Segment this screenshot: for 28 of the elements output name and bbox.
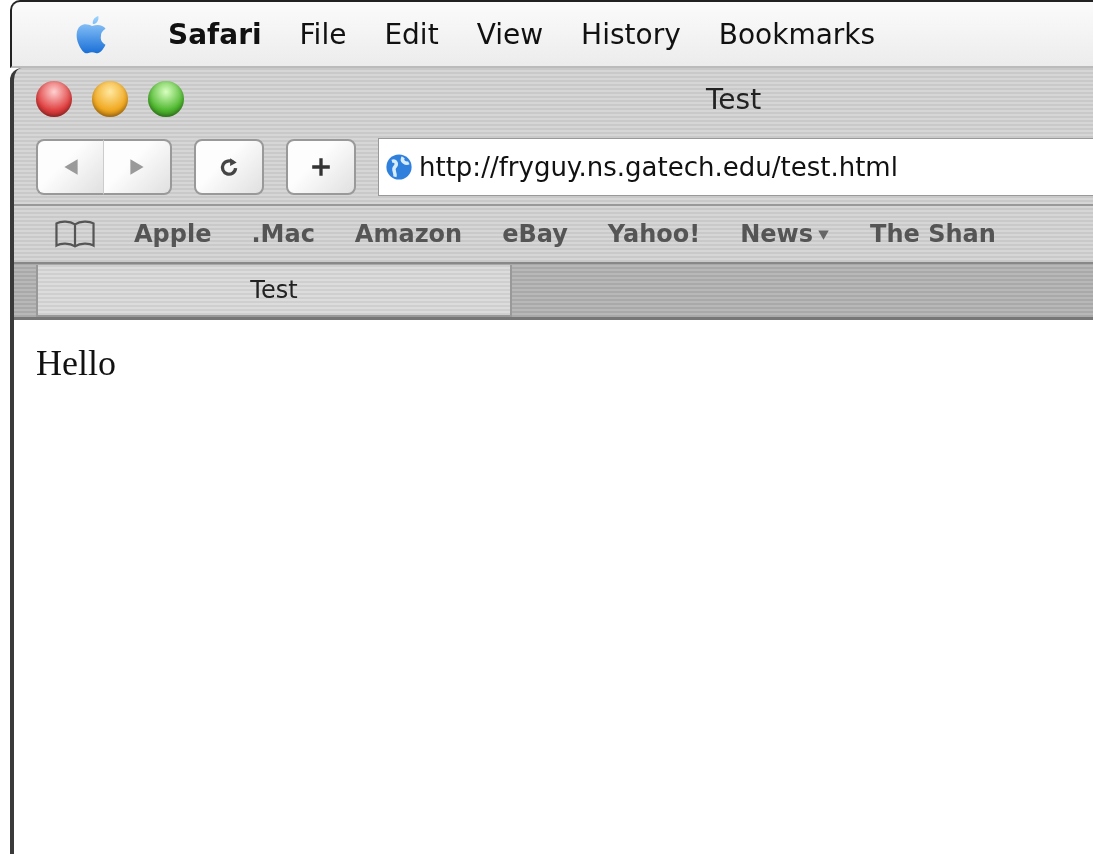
reload-icon (218, 156, 240, 178)
bookmark-link[interactable]: .Mac (251, 220, 315, 248)
menu-item[interactable]: File (299, 17, 347, 51)
minimize-button[interactable] (92, 81, 128, 117)
tab[interactable]: Test (36, 265, 512, 317)
reload-button[interactable] (194, 139, 264, 195)
zoom-button[interactable] (148, 81, 184, 117)
window-title: Test (706, 82, 762, 116)
close-button[interactable] (36, 81, 72, 117)
forward-button[interactable] (104, 139, 172, 195)
bookmark-link[interactable]: Apple (134, 220, 212, 248)
address-field[interactable]: http://fryguy.ns.gatech.edu/test.html (378, 138, 1093, 196)
bookmark-link[interactable]: eBay (502, 220, 568, 248)
menu-item[interactable]: Safari (168, 17, 262, 51)
menu-item[interactable]: History (581, 17, 681, 51)
menu-item[interactable]: Edit (384, 17, 439, 51)
bookmark-link[interactable]: Yahoo! (607, 220, 701, 248)
add-bookmark-button[interactable] (286, 139, 356, 195)
globe-icon (385, 153, 413, 181)
menu-item[interactable]: Bookmarks (718, 17, 876, 51)
bookmark-menu[interactable]: News (740, 220, 831, 248)
page-text: Hello (36, 342, 116, 384)
bookmark-link[interactable]: Amazon (354, 220, 463, 248)
back-button[interactable] (36, 139, 104, 195)
book-icon[interactable] (52, 219, 98, 249)
plus-icon (310, 156, 332, 178)
menu-item[interactable]: View (476, 17, 544, 51)
bookmark-link[interactable]: The Shan (870, 220, 996, 248)
